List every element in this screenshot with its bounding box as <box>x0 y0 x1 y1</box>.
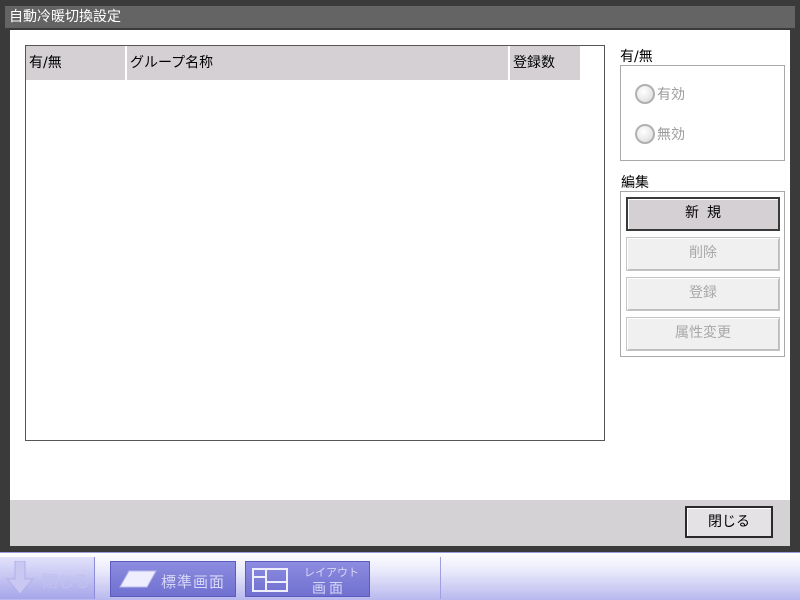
window-title: 自動冷暖切換設定 <box>5 6 795 28</box>
radio-disabled-circle-icon[interactable] <box>635 124 655 144</box>
layout-screen-button[interactable]: レイアウト 画面 <box>245 561 370 597</box>
window-frame: 自動冷暖切換設定 有/無 グループ名称 登録数 有/無 有効 無効 編集 新規 … <box>0 0 800 552</box>
standard-screen-button[interactable]: 標準画面 <box>110 561 236 597</box>
new-button[interactable]: 新規 <box>626 197 780 231</box>
edit-section-label: 編集 <box>621 175 649 191</box>
layout-screen-icon <box>252 568 288 592</box>
taskbar-close-button[interactable]: 閉じる <box>0 557 95 599</box>
radio-enabled-circle-icon[interactable] <box>635 84 655 104</box>
enable-section-label: 有/無 <box>620 49 653 65</box>
attribute-change-button[interactable]: 属性変更 <box>626 317 780 351</box>
dialog-footer: 閉じる <box>10 500 790 546</box>
down-arrow-icon <box>6 561 34 595</box>
layout-screen-label-line2: 画面 <box>312 581 346 597</box>
delete-button[interactable]: 削除 <box>626 237 780 271</box>
radio-enabled-label: 有効 <box>657 87 685 103</box>
enable-radio-group: 有効 無効 <box>620 65 785 161</box>
column-header-enabled[interactable]: 有/無 <box>26 46 125 80</box>
column-header-count[interactable]: 登録数 <box>510 46 580 80</box>
standard-screen-icon <box>119 570 157 588</box>
standard-screen-label: 標準画面 <box>161 573 226 591</box>
group-table[interactable]: 有/無 グループ名称 登録数 <box>25 45 605 441</box>
radio-disabled-label: 無効 <box>657 127 685 143</box>
taskbar-divider <box>440 557 441 599</box>
radio-disabled[interactable]: 無効 <box>635 121 685 147</box>
close-button[interactable]: 閉じる <box>685 506 773 538</box>
window-client-area: 有/無 グループ名称 登録数 有/無 有効 無効 編集 新規 削除 登録 属性変… <box>10 30 790 500</box>
column-header-group-name[interactable]: グループ名称 <box>127 46 508 80</box>
register-button[interactable]: 登録 <box>626 277 780 311</box>
taskbar: 閉じる 標準画面 レイアウト 画面 <box>0 552 800 600</box>
edit-button-group: 新規 削除 登録 属性変更 <box>620 191 785 357</box>
taskbar-close-label: 閉じる <box>42 572 91 591</box>
radio-enabled[interactable]: 有効 <box>635 81 685 107</box>
